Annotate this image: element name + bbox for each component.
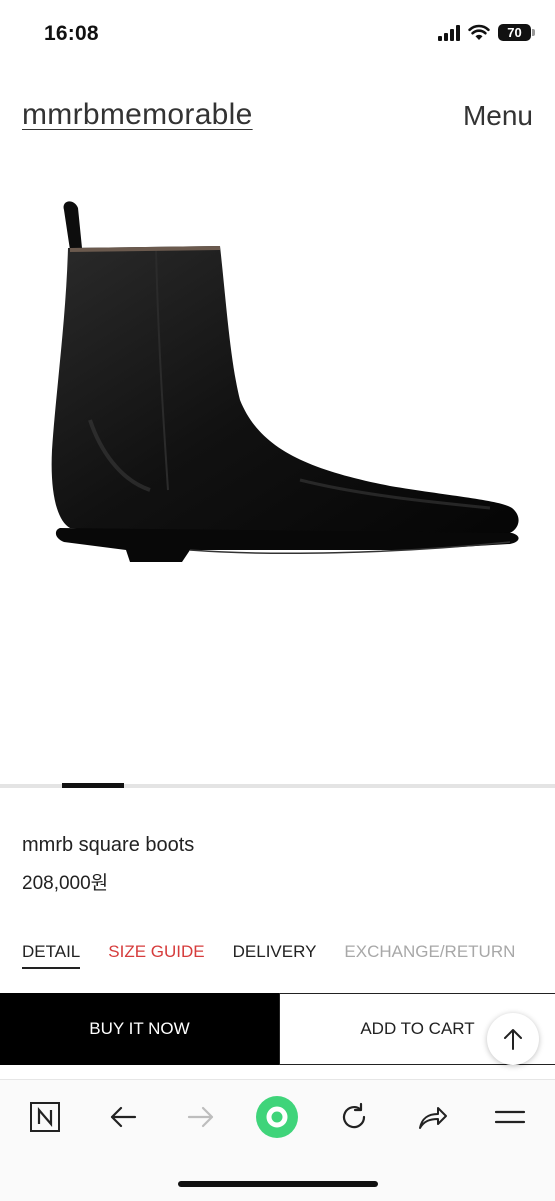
buy-it-now-button[interactable]: BUY IT NOW [0,993,279,1065]
menu-lines-icon[interactable] [488,1095,532,1139]
battery-level: 70 [507,25,522,40]
arrow-up-icon [504,1029,522,1050]
forward-arrow-icon[interactable] [179,1095,223,1139]
tab-delivery[interactable]: DELIVERY [233,942,317,969]
status-time: 16:08 [44,22,99,45]
product-price: 208,000원 [22,873,109,894]
tab-detail[interactable]: DETAIL [22,942,81,969]
wifi-icon [468,24,490,40]
tab-size-guide[interactable]: SIZE GUIDE [108,942,204,969]
product-name: mmrb square boots [22,834,195,856]
menu-button[interactable]: Menu [463,100,533,132]
image-slider-indicator [62,783,124,788]
brand-logo-link[interactable]: mmrbmemorable [22,98,253,132]
status-icons: 70 [438,24,535,41]
back-arrow-icon[interactable] [101,1095,145,1139]
share-icon[interactable] [410,1095,454,1139]
ankle-boot-image[interactable] [30,190,530,590]
home-indicator[interactable] [178,1181,378,1187]
refresh-icon[interactable] [332,1095,376,1139]
green-dot-icon[interactable] [255,1095,299,1139]
battery-icon: 70 [498,24,535,41]
scroll-top-button[interactable] [487,1013,539,1065]
tab-exchange-return[interactable]: EXCHANGE/RETURN [344,942,515,969]
signal-icon [438,24,460,41]
naver-n-icon[interactable] [23,1095,67,1139]
product-tabs: DETAIL SIZE GUIDE DELIVERY EXCHANGE/RETU… [22,942,543,969]
